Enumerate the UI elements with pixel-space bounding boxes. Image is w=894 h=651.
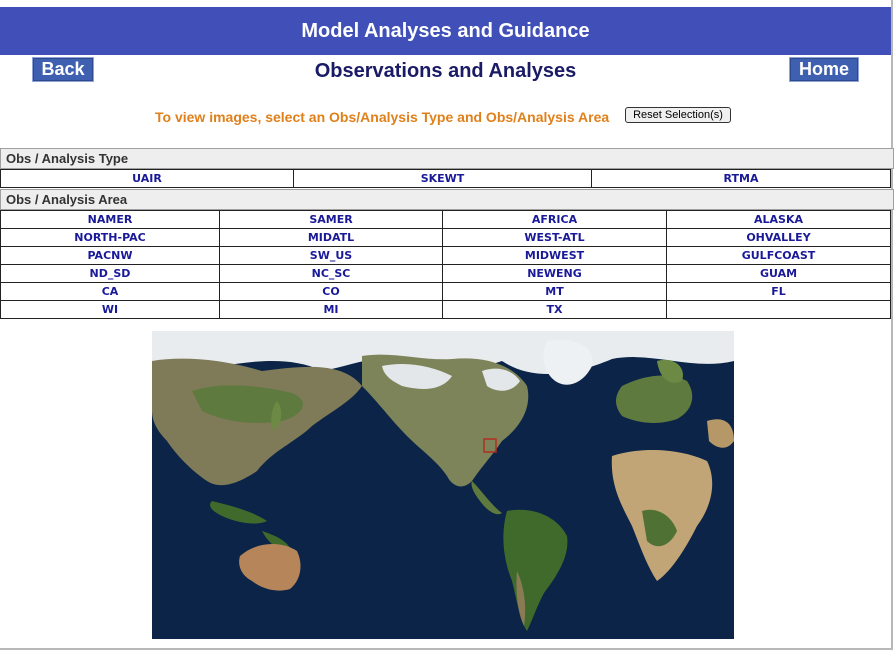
area-option-midatl[interactable]: MIDATL (219, 228, 443, 247)
area-option-tx[interactable]: TX (442, 300, 667, 319)
area-row: CA CO MT FL (0, 282, 891, 301)
area-option-co[interactable]: CO (219, 282, 443, 301)
area-option-ca[interactable]: CA (0, 282, 220, 301)
type-option-skewt[interactable]: SKEWT (293, 169, 592, 188)
area-option-namer[interactable]: NAMER (0, 210, 220, 229)
area-row: NORTH-PAC MIDATL WEST-ATL OHVALLEY (0, 228, 891, 247)
area-option-neweng[interactable]: NEWENG (442, 264, 667, 283)
area-option-alaska[interactable]: ALASKA (666, 210, 891, 229)
area-section-heading: Obs / Analysis Area (0, 189, 894, 210)
area-option-mi[interactable]: MI (219, 300, 443, 319)
type-option-uair[interactable]: UAIR (0, 169, 294, 188)
area-row: WI MI TX (0, 300, 891, 319)
world-map-image[interactable] (152, 331, 734, 639)
area-option-africa[interactable]: AFRICA (442, 210, 667, 229)
area-option-empty (666, 300, 891, 319)
area-row: ND_SD NC_SC NEWENG GUAM (0, 264, 891, 283)
area-option-fl[interactable]: FL (666, 282, 891, 301)
area-option-west-atl[interactable]: WEST-ATL (442, 228, 667, 247)
area-option-sw-us[interactable]: SW_US (219, 246, 443, 265)
reset-selection-button[interactable]: Reset Selection(s) (625, 107, 731, 123)
area-option-ohvalley[interactable]: OHVALLEY (666, 228, 891, 247)
page-title: Observations and Analyses (314, 60, 577, 82)
area-option-samer[interactable]: SAMER (219, 210, 443, 229)
instructions-text: To view images, select an Obs/Analysis T… (155, 109, 610, 125)
type-option-rtma[interactable]: RTMA (591, 169, 891, 188)
area-option-mt[interactable]: MT (442, 282, 667, 301)
area-option-nc-sc[interactable]: NC_SC (219, 264, 443, 283)
area-row: NAMER SAMER AFRICA ALASKA (0, 210, 891, 229)
site-header: Model Analyses and Guidance (0, 7, 891, 55)
type-grid: UAIR SKEWT RTMA (0, 169, 891, 188)
area-option-wi[interactable]: WI (0, 300, 220, 319)
area-option-pacnw[interactable]: PACNW (0, 246, 220, 265)
area-option-nd-sd[interactable]: ND_SD (0, 264, 220, 283)
area-option-north-pac[interactable]: NORTH-PAC (0, 228, 220, 247)
area-grid: NAMER SAMER AFRICA ALASKA NORTH-PAC MIDA… (0, 210, 891, 319)
world-map-icon (152, 331, 734, 639)
area-option-guam[interactable]: GUAM (666, 264, 891, 283)
area-row: PACNW SW_US MIDWEST GULFCOAST (0, 246, 891, 265)
type-section-heading: Obs / Analysis Type (0, 148, 894, 169)
home-button[interactable]: Home (789, 57, 859, 82)
area-option-midwest[interactable]: MIDWEST (442, 246, 667, 265)
area-option-gulfcoast[interactable]: GULFCOAST (666, 246, 891, 265)
